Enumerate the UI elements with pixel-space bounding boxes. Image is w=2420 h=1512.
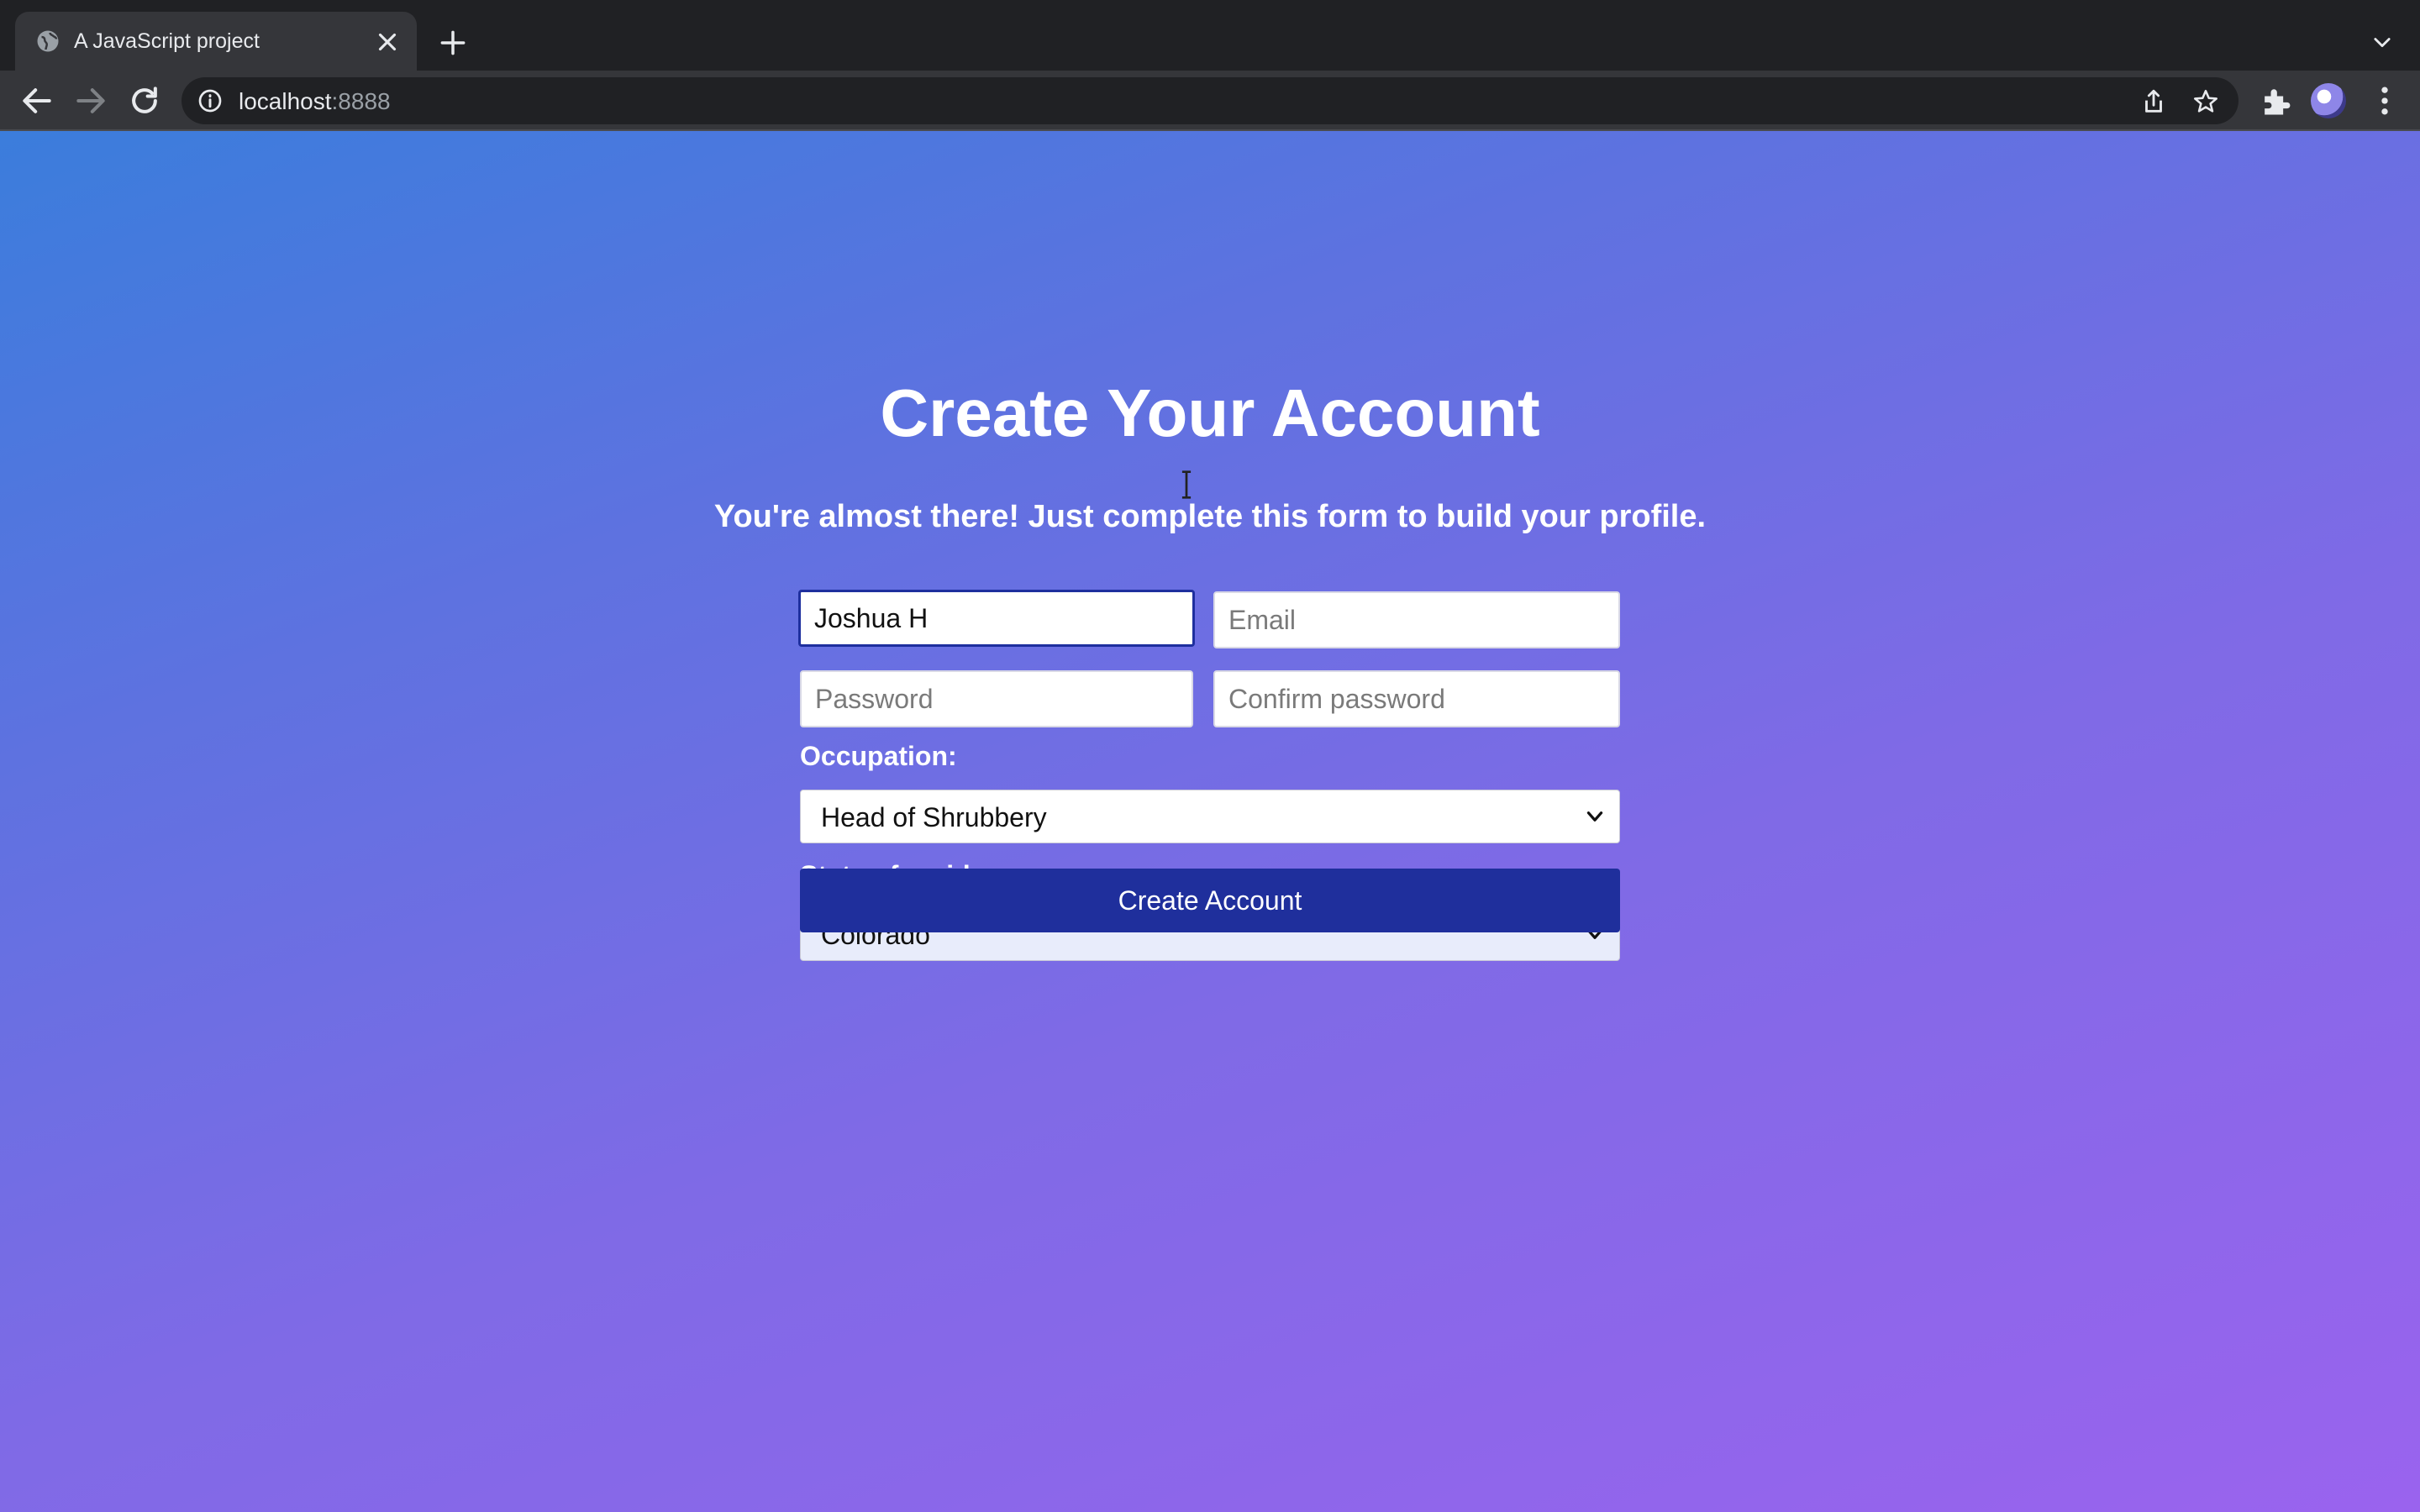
browser-tab[interactable]: A JavaScript project — [15, 12, 417, 71]
close-tab-icon[interactable] — [373, 28, 402, 56]
page-subtitle: You're almost there! Just complete this … — [713, 499, 1707, 534]
new-tab-icon[interactable] — [437, 27, 469, 59]
page-title: Create Your Account — [880, 375, 1540, 450]
occupation-select[interactable]: Head of Shrubbery — [800, 790, 1620, 843]
occupation-selected-value: Head of Shrubbery — [821, 802, 1047, 832]
occupation-label: Occupation: — [800, 741, 957, 771]
browser-toolbar: localhost:8888 — [0, 71, 2420, 131]
kebab-menu-icon[interactable] — [2366, 82, 2403, 119]
url-text: localhost:8888 — [239, 88, 391, 115]
confirm-password-input[interactable] — [1213, 670, 1620, 727]
info-icon[interactable] — [197, 87, 224, 114]
extensions-puzzle-icon[interactable] — [2257, 82, 2294, 119]
email-input[interactable] — [1213, 591, 1620, 648]
star-icon[interactable] — [2191, 87, 2220, 116]
globe-icon — [37, 30, 59, 52]
forward-arrow-icon[interactable] — [72, 82, 109, 119]
url-host: localhost — [239, 88, 332, 114]
name-input[interactable] — [798, 590, 1195, 647]
back-arrow-icon[interactable] — [18, 82, 55, 119]
chevron-down-icon[interactable] — [2368, 30, 2396, 54]
password-input[interactable] — [800, 670, 1193, 727]
share-icon[interactable] — [2139, 87, 2168, 116]
reload-icon[interactable] — [126, 82, 163, 119]
tab-strip: A JavaScript project — [0, 0, 2420, 71]
address-bar[interactable]: localhost:8888 — [182, 77, 2238, 124]
chevron-down-icon — [1586, 811, 1603, 822]
url-port: :8888 — [331, 88, 391, 114]
tab-title: A JavaScript project — [74, 29, 260, 53]
create-account-button[interactable]: Create Account — [800, 869, 1620, 932]
profile-avatar[interactable] — [2311, 83, 2346, 118]
